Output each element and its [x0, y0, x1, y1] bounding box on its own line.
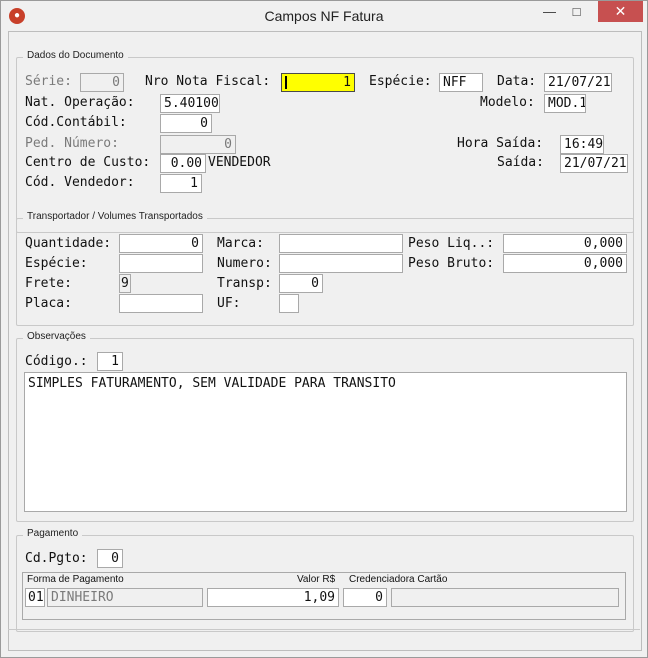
maximize-icon[interactable]: □	[563, 1, 590, 22]
transp-field[interactable]: 0	[279, 274, 323, 293]
cod-contabil-label: Cód.Contábil:	[25, 115, 127, 130]
centro-custo-label: Centro de Custo:	[25, 155, 151, 170]
data-field[interactable]: 21/07/21	[544, 73, 612, 92]
ped-numero-label: Ped. Número:	[25, 136, 119, 151]
group-dados-documento: Dados do Documento Série: 0 Nro Nota Fis…	[16, 50, 634, 233]
data-label: Data:	[497, 74, 537, 89]
cred-code-field[interactable]: 0	[343, 588, 387, 607]
saida-label: Saída:	[497, 155, 544, 170]
observacoes-textarea[interactable]: SIMPLES FATURAMENTO, SEM VALIDADE PARA T…	[24, 372, 627, 512]
hora-saida-label: Hora Saída:	[457, 136, 544, 151]
uf-label: UF:	[217, 296, 241, 311]
group-title: Pagamento	[23, 528, 83, 539]
forma-desc-field[interactable]: DINHEIRO	[47, 588, 203, 607]
title-bar[interactable]: ● Campos NF Fatura — □ ✕	[1, 1, 647, 31]
forma-code-field[interactable]: 01	[25, 588, 45, 607]
especie-label: Espécie:	[369, 74, 432, 89]
status-bar	[8, 629, 640, 650]
uf-field[interactable]	[279, 294, 299, 313]
especie-field[interactable]: NFF	[439, 73, 483, 92]
cd-pgto-field[interactable]: 0	[97, 549, 123, 568]
cred-desc-field[interactable]	[391, 588, 619, 607]
cd-pgto-label: Cd.Pgto:	[25, 551, 88, 566]
codigo-label: Código.:	[25, 354, 88, 369]
transp-label: Transp:	[217, 276, 272, 291]
placa-label: Placa:	[25, 296, 72, 311]
especie-vol-field[interactable]	[119, 254, 203, 273]
frete-label: Frete:	[25, 276, 72, 291]
marca-label: Marca:	[217, 236, 264, 251]
col-header-forma: Forma de Pagamento	[27, 574, 124, 585]
modelo-label: Modelo:	[480, 95, 535, 110]
col-header-cred: Credenciadora Cartão	[349, 574, 448, 585]
text-cursor-icon	[285, 76, 287, 89]
group-transportador: Transportador / Volumes Transportados Qu…	[16, 211, 634, 326]
saida-field[interactable]: 21/07/21	[560, 154, 628, 173]
cod-vendedor-label: Cód. Vendedor:	[25, 175, 135, 190]
ped-numero-field[interactable]: 0	[160, 135, 236, 154]
dialog-window: ● Campos NF Fatura — □ ✕ Dados do Docume…	[0, 0, 648, 658]
group-title: Transportador / Volumes Transportados	[23, 211, 207, 222]
centro-custo-field[interactable]: 0.00	[160, 154, 206, 173]
group-title: Observações	[23, 331, 90, 342]
hora-saida-field[interactable]: 16:49	[560, 135, 604, 154]
numero-field[interactable]	[279, 254, 403, 273]
peso-liq-field[interactable]: 0,000	[503, 234, 627, 253]
serie-label: Série:	[25, 74, 72, 89]
placa-field[interactable]	[119, 294, 203, 313]
col-header-valor: Valor R$	[297, 574, 336, 585]
peso-liq-label: Peso Liq..:	[408, 236, 495, 251]
minimize-icon[interactable]: —	[536, 1, 563, 22]
payment-grid: Forma de Pagamento Valor R$ Credenciador…	[22, 572, 626, 620]
group-observacoes: Observações Código.: 1 SIMPLES FATURAMEN…	[16, 331, 634, 522]
close-icon[interactable]: ✕	[598, 1, 643, 22]
quantidade-label: Quantidade:	[25, 236, 112, 251]
marca-field[interactable]	[279, 234, 403, 253]
group-title: Dados do Documento	[23, 50, 128, 61]
serie-field[interactable]: 0	[80, 73, 124, 92]
quantidade-field[interactable]: 0	[119, 234, 203, 253]
numero-label: Numero:	[217, 256, 272, 271]
group-pagamento: Pagamento Cd.Pgto: 0 Forma de Pagamento …	[16, 528, 634, 632]
centro-custo-description: VENDEDOR	[208, 155, 271, 170]
modelo-field[interactable]: MOD.1	[544, 94, 586, 113]
frete-field[interactable]: 9	[119, 274, 131, 293]
valor-field[interactable]: 1,09	[207, 588, 339, 607]
form-client-area: Dados do Documento Série: 0 Nro Nota Fis…	[8, 31, 642, 651]
especie-vol-label: Espécie:	[25, 256, 88, 271]
nro-nota-value: 1	[343, 75, 351, 90]
nat-operacao-field[interactable]: 5.40100	[160, 94, 220, 113]
nro-nota-field[interactable]: 1	[281, 73, 355, 92]
peso-bruto-field[interactable]: 0,000	[503, 254, 627, 273]
nro-nota-label: Nro Nota Fiscal:	[145, 74, 271, 89]
cod-vendedor-field[interactable]: 1	[160, 174, 202, 193]
nat-operacao-label: Nat. Operação:	[25, 95, 135, 110]
cod-contabil-field[interactable]: 0	[160, 114, 212, 133]
codigo-field[interactable]: 1	[97, 352, 123, 371]
peso-bruto-label: Peso Bruto:	[408, 256, 495, 271]
